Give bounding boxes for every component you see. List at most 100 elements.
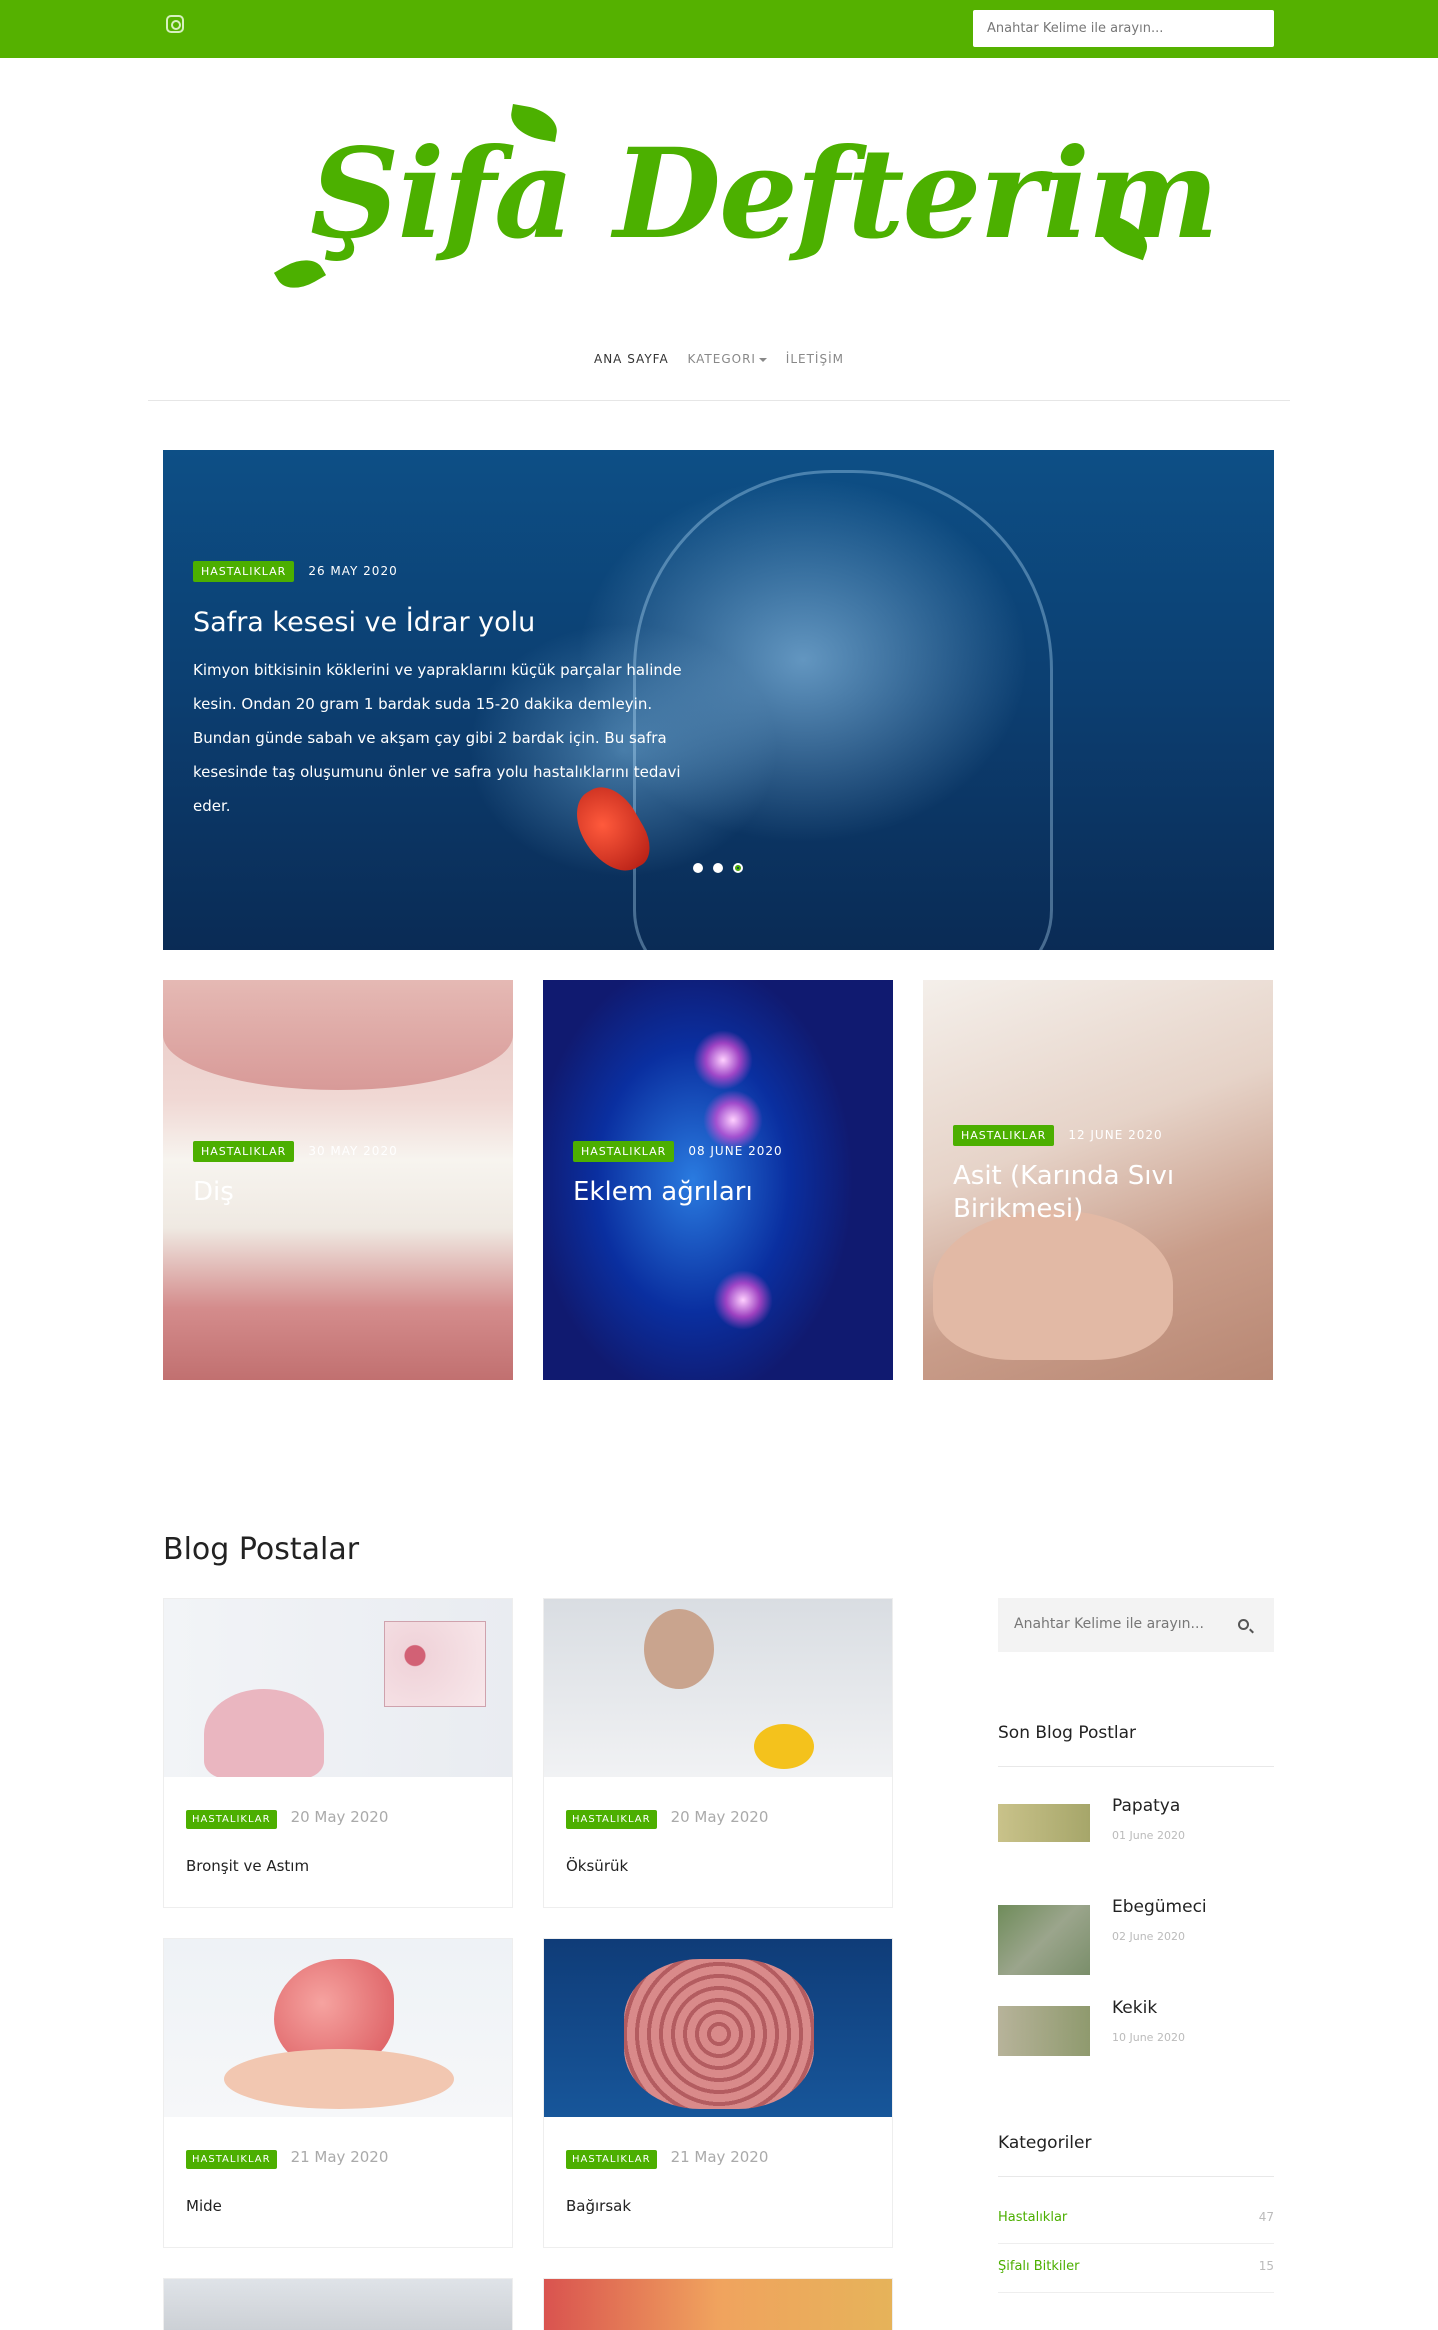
nav-item-category-label: KATEGORI — [687, 352, 756, 366]
featured-card-dis[interactable]: HASTALIKLAR 30 MAY 2020 Diş — [163, 980, 513, 1380]
blog-card-title[interactable]: Bronşit ve Astım — [186, 1857, 309, 1875]
card-title[interactable]: Asit (Karında Sıvı Birikmesi) — [953, 1160, 1243, 1226]
logo-text: Şifa Defterim — [310, 122, 1219, 267]
blog-card[interactable]: HASTALIKLAR 21 May 2020 Mide — [163, 1938, 513, 2248]
blog-card[interactable] — [543, 2278, 893, 2330]
card-image — [713, 1270, 773, 1330]
card-image — [933, 1210, 1173, 1360]
nav-item-category[interactable]: KATEGORI — [688, 352, 767, 366]
header-search-input[interactable] — [973, 10, 1274, 47]
recent-post-thumb[interactable] — [998, 1905, 1090, 1975]
blog-card-image[interactable] — [544, 2279, 892, 2330]
blog-card-image[interactable] — [164, 1599, 512, 1777]
divider — [998, 2176, 1274, 2177]
recent-post-date: 02 June 2020 — [1112, 1930, 1185, 1943]
category-item[interactable]: Hastalıklar 47 — [998, 2196, 1274, 2244]
card-meta: HASTALIKLAR 30 MAY 2020 — [193, 1140, 398, 1162]
blog-card-image[interactable] — [544, 1939, 892, 2117]
category-item[interactable]: Şifalı Bitkiler 15 — [998, 2245, 1274, 2293]
recent-post-date: 01 June 2020 — [1112, 1829, 1185, 1842]
hands-illustration — [224, 2049, 454, 2109]
blog-card-image[interactable] — [164, 2279, 512, 2330]
blog-card-body: HASTALIKLAR 20 May 2020 Bronşit ve Astım — [164, 1777, 512, 1907]
post-date: 21 May 2020 — [670, 2148, 769, 2166]
post-date: 30 MAY 2020 — [308, 1144, 398, 1158]
card-meta: HASTALIKLAR 21 May 2020 — [186, 2147, 388, 2169]
category-name[interactable]: Hastalıklar — [998, 2210, 1067, 2225]
post-date: 20 May 2020 — [290, 1808, 389, 1826]
blog-card[interactable]: HASTALIKLAR 20 May 2020 Öksürük — [543, 1598, 893, 1908]
category-name[interactable]: Şifalı Bitkiler — [998, 2259, 1080, 2274]
post-date: 08 JUNE 2020 — [688, 1144, 783, 1158]
recent-post-thumb[interactable] — [998, 1804, 1090, 1842]
featured-card-eklem[interactable]: HASTALIKLAR 08 JUNE 2020 Eklem ağrıları — [543, 980, 893, 1380]
category-badge[interactable]: HASTALIKLAR — [953, 1125, 1055, 1146]
nav-item-contact[interactable]: İLETİŞİM — [786, 352, 844, 366]
card-image — [163, 980, 513, 1090]
main-nav: ANA SAYFA KATEGORI İLETİŞİM — [0, 352, 1438, 366]
top-bar — [0, 0, 1438, 58]
category-badge[interactable]: HASTALIKLAR — [186, 1810, 277, 1829]
lung-illustration — [204, 1689, 324, 1777]
site-logo[interactable]: Şifa Defterim — [270, 100, 1219, 320]
hero-meta: HASTALIKLAR 26 MAY 2020 — [193, 560, 398, 582]
post-date: 21 May 2020 — [290, 2148, 389, 2166]
recent-post-title[interactable]: Papatya — [1112, 1796, 1180, 1816]
hero-title[interactable]: Safra kesesi ve İdrar yolu — [193, 607, 535, 638]
blog-card-title[interactable]: Mide — [186, 2197, 222, 2215]
hero-slider[interactable]: HASTALIKLAR 26 MAY 2020 Safra kesesi ve İ… — [163, 450, 1274, 950]
slider-dot[interactable] — [693, 863, 703, 873]
blog-card-image[interactable] — [164, 1939, 512, 2117]
category-badge[interactable]: HASTALIKLAR — [566, 1810, 657, 1829]
card-meta: HASTALIKLAR 20 May 2020 — [566, 1807, 768, 1829]
category-badge[interactable]: HASTALIKLAR — [566, 2150, 657, 2169]
featured-card-asit[interactable]: HASTALIKLAR 12 JUNE 2020 Asit (Karında Sı… — [923, 980, 1273, 1380]
blog-card-title[interactable]: Bağırsak — [566, 2197, 631, 2215]
instagram-icon[interactable] — [166, 15, 184, 33]
search-icon[interactable] — [1238, 1619, 1249, 1630]
category-badge[interactable]: HASTALIKLAR — [193, 1141, 295, 1162]
intestine-illustration — [624, 1959, 814, 2109]
section-title: Blog Postalar — [163, 1532, 360, 1567]
categories-heading: Kategoriler — [998, 2133, 1092, 2153]
recent-post-thumb[interactable] — [998, 2006, 1090, 2056]
blog-card-title[interactable]: Öksürük — [566, 1857, 628, 1875]
card-title[interactable]: Diş — [193, 1176, 483, 1209]
blog-card-body: HASTALIKLAR 21 May 2020 Mide — [164, 2117, 512, 2247]
card-meta: HASTALIKLAR 12 JUNE 2020 — [953, 1124, 1163, 1146]
nav-item-home[interactable]: ANA SAYFA — [594, 352, 669, 366]
card-meta: HASTALIKLAR 21 May 2020 — [566, 2147, 768, 2169]
card-title[interactable]: Eklem ağrıları — [573, 1176, 863, 1209]
caret-down-icon — [758, 357, 767, 362]
card-meta: HASTALIKLAR 08 JUNE 2020 — [573, 1140, 783, 1162]
divider — [998, 1766, 1274, 1767]
post-date: 20 May 2020 — [670, 1808, 769, 1826]
blog-card[interactable] — [163, 2278, 513, 2330]
blog-card-image[interactable] — [544, 1599, 892, 1777]
category-badge[interactable]: HASTALIKLAR — [186, 2150, 277, 2169]
recent-post[interactable]: Papatya 01 June 2020 — [998, 1796, 1274, 1866]
woman-illustration — [644, 1609, 714, 1689]
recent-post-title[interactable]: Ebegümeci — [1112, 1897, 1207, 1917]
recent-post[interactable]: Kekik 10 June 2020 — [998, 1998, 1274, 2068]
sidebar-search[interactable]: Anahtar Kelime ile arayın... — [998, 1598, 1274, 1652]
hero-excerpt: Kimyon bitkisinin köklerini ve yapraklar… — [193, 661, 682, 815]
blog-card[interactable]: HASTALIKLAR 21 May 2020 Bağırsak — [543, 1938, 893, 2248]
blog-card-body: HASTALIKLAR 20 May 2020 Öksürük — [544, 1777, 892, 1907]
category-badge[interactable]: HASTALIKLAR — [193, 561, 295, 582]
hero-body-illustration — [633, 470, 1053, 950]
category-count: 15 — [1258, 2259, 1274, 2273]
post-date: 12 JUNE 2020 — [1068, 1128, 1163, 1142]
recent-post-title[interactable]: Kekik — [1112, 1998, 1157, 2018]
post-date: 26 MAY 2020 — [308, 564, 398, 578]
alveoli-illustration — [384, 1621, 486, 1707]
sidebar-search-placeholder: Anahtar Kelime ile arayın... — [1014, 1616, 1204, 1632]
recent-posts-heading: Son Blog Postlar — [998, 1723, 1137, 1743]
nav-divider — [148, 400, 1290, 401]
blog-card[interactable]: HASTALIKLAR 20 May 2020 Bronşit ve Astım — [163, 1598, 513, 1908]
lemon-illustration — [754, 1724, 814, 1769]
slider-dot[interactable] — [713, 863, 723, 873]
category-badge[interactable]: HASTALIKLAR — [573, 1141, 675, 1162]
recent-post[interactable]: Ebegümeci 02 June 2020 — [998, 1897, 1274, 1975]
slider-dot-active[interactable] — [733, 863, 743, 873]
